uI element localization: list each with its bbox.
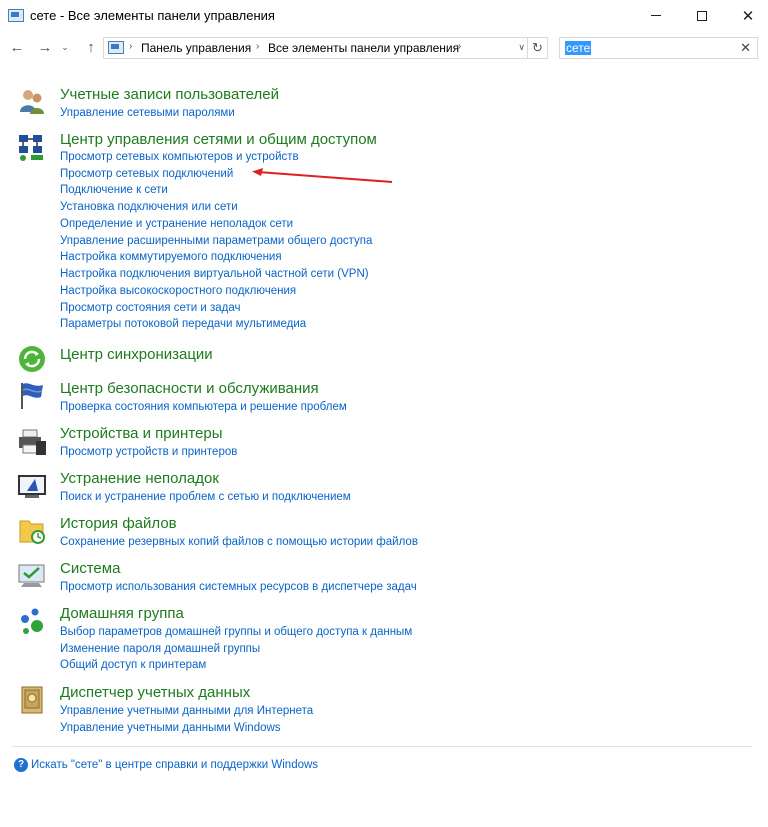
link-backup-files[interactable]: Сохранение резервных копий файлов с помо…	[60, 535, 418, 549]
link-windows-credentials[interactable]: Управление учетными данными Windows	[60, 721, 281, 735]
file-history-icon	[19, 520, 45, 544]
system-monitor-icon	[18, 564, 45, 587]
help-search-link[interactable]: Искать "сете" в центре справки и поддерж…	[31, 758, 318, 772]
link-network-troubleshoot[interactable]: Поиск и устранение проблем с сетью и под…	[60, 490, 351, 504]
link-share-printers[interactable]: Общий доступ к принтерам	[60, 658, 206, 672]
address-bar[interactable]: › Панель управления › Все элементы панел…	[103, 37, 548, 59]
network-center-icon	[19, 135, 43, 161]
up-arrow-icon: ↑	[87, 38, 95, 56]
link-advanced-sharing[interactable]: Управление расширенными параметрами обще…	[60, 234, 372, 248]
credential-vault-icon	[21, 686, 43, 714]
link-setup-connection[interactable]: Установка подключения или сети	[60, 200, 238, 214]
group-title[interactable]: Устранение неполадок	[60, 470, 219, 488]
user-accounts-icon	[20, 90, 44, 114]
forward-arrow-icon: →	[37, 38, 53, 56]
search-box[interactable]: сете ✕	[559, 37, 758, 59]
close-icon: ✕	[741, 7, 755, 25]
footer-divider	[12, 746, 752, 747]
group-title[interactable]: История файлов	[60, 515, 177, 533]
refresh-button[interactable]: ↻	[527, 38, 547, 58]
group-title[interactable]: Центр синхронизации	[60, 346, 213, 364]
link-homegroup-settings[interactable]: Выбор параметров домашней группы и общег…	[60, 625, 412, 639]
clear-search-icon[interactable]: ✕	[740, 40, 751, 56]
breadcrumb-all-items[interactable]: Все элементы панели управления	[268, 41, 459, 55]
sync-center-icon	[19, 346, 45, 372]
content-area: Учетные записи пользователей Управление …	[0, 62, 768, 827]
troubleshoot-icon	[18, 475, 46, 498]
link-task-manager-resources[interactable]: Просмотр использования системных ресурсо…	[60, 580, 417, 594]
breadcrumb-separator-icon[interactable]: ›	[129, 41, 132, 52]
up-button[interactable]: ↑	[80, 36, 102, 58]
close-button[interactable]: ✕	[725, 0, 768, 31]
group-title[interactable]: Устройства и принтеры	[60, 425, 222, 443]
link-manage-network-passwords[interactable]: Управление сетевыми паролями	[60, 106, 235, 120]
link-vpn-setup[interactable]: Настройка подключения виртуальной частно…	[60, 267, 369, 281]
minimize-icon	[651, 15, 661, 16]
link-dialup-setup[interactable]: Настройка коммутируемого подключения	[60, 250, 282, 264]
chevron-down-icon: ⌄	[61, 41, 69, 52]
group-title[interactable]: Система	[60, 560, 120, 578]
control-panel-icon	[8, 9, 24, 22]
back-button[interactable]: ←	[6, 36, 28, 58]
breadcrumb-separator-icon[interactable]: ›	[458, 41, 461, 52]
link-connect-to-network[interactable]: Подключение к сети	[60, 183, 168, 197]
link-view-devices-printers[interactable]: Просмотр устройств и принтеров	[60, 445, 237, 459]
forward-button[interactable]: →	[34, 36, 56, 58]
back-arrow-icon: ←	[9, 38, 25, 56]
link-media-streaming[interactable]: Параметры потоковой передачи мультимедиа	[60, 317, 306, 331]
recent-locations-button[interactable]: ⌄	[58, 36, 72, 58]
breadcrumb-separator-icon[interactable]: ›	[256, 41, 259, 52]
group-title[interactable]: Центр безопасности и обслуживания	[60, 380, 319, 398]
control-panel-icon	[108, 41, 124, 54]
link-check-computer-status[interactable]: Проверка состояния компьютера и решение …	[60, 400, 347, 414]
group-title[interactable]: Центр управления сетями и общим доступом	[60, 131, 377, 149]
link-web-credentials[interactable]: Управление учетными данными для Интернет…	[60, 704, 313, 718]
navigation-bar: ← → ⌄ ↑ › Панель управления › Все элемен…	[0, 32, 768, 62]
group-title[interactable]: Диспетчер учетных данных	[60, 684, 250, 702]
homegroup-icon	[21, 608, 43, 634]
group-title[interactable]: Домашняя группа	[60, 605, 184, 623]
link-network-status[interactable]: Просмотр состояния сети и задач	[60, 301, 240, 315]
breadcrumb-control-panel[interactable]: Панель управления	[141, 41, 251, 55]
printer-icon	[19, 429, 46, 455]
title-bar: сете - Все элементы панели управления ✕	[0, 0, 768, 32]
search-input[interactable]: сете	[565, 41, 592, 55]
maximize-button[interactable]	[679, 0, 725, 31]
refresh-icon: ↻	[532, 40, 543, 55]
maximize-icon	[697, 10, 707, 21]
group-title[interactable]: Учетные записи пользователей	[60, 86, 279, 104]
link-troubleshoot-network[interactable]: Определение и устранение неполадок сети	[60, 217, 293, 231]
link-view-network-computers[interactable]: Просмотр сетевых компьютеров и устройств	[60, 150, 299, 164]
annotation-arrow-icon	[252, 168, 393, 183]
window-title: сете - Все элементы панели управления	[30, 8, 275, 23]
security-flag-icon	[21, 383, 43, 409]
address-dropdown-icon[interactable]: ∨	[518, 42, 525, 53]
help-icon: ?	[14, 758, 28, 772]
link-view-network-connections[interactable]: Просмотр сетевых подключений	[60, 167, 233, 181]
minimize-button[interactable]	[633, 0, 679, 31]
link-broadband-setup[interactable]: Настройка высокоскоростного подключения	[60, 284, 296, 298]
link-change-homegroup-password[interactable]: Изменение пароля домашней группы	[60, 642, 260, 656]
